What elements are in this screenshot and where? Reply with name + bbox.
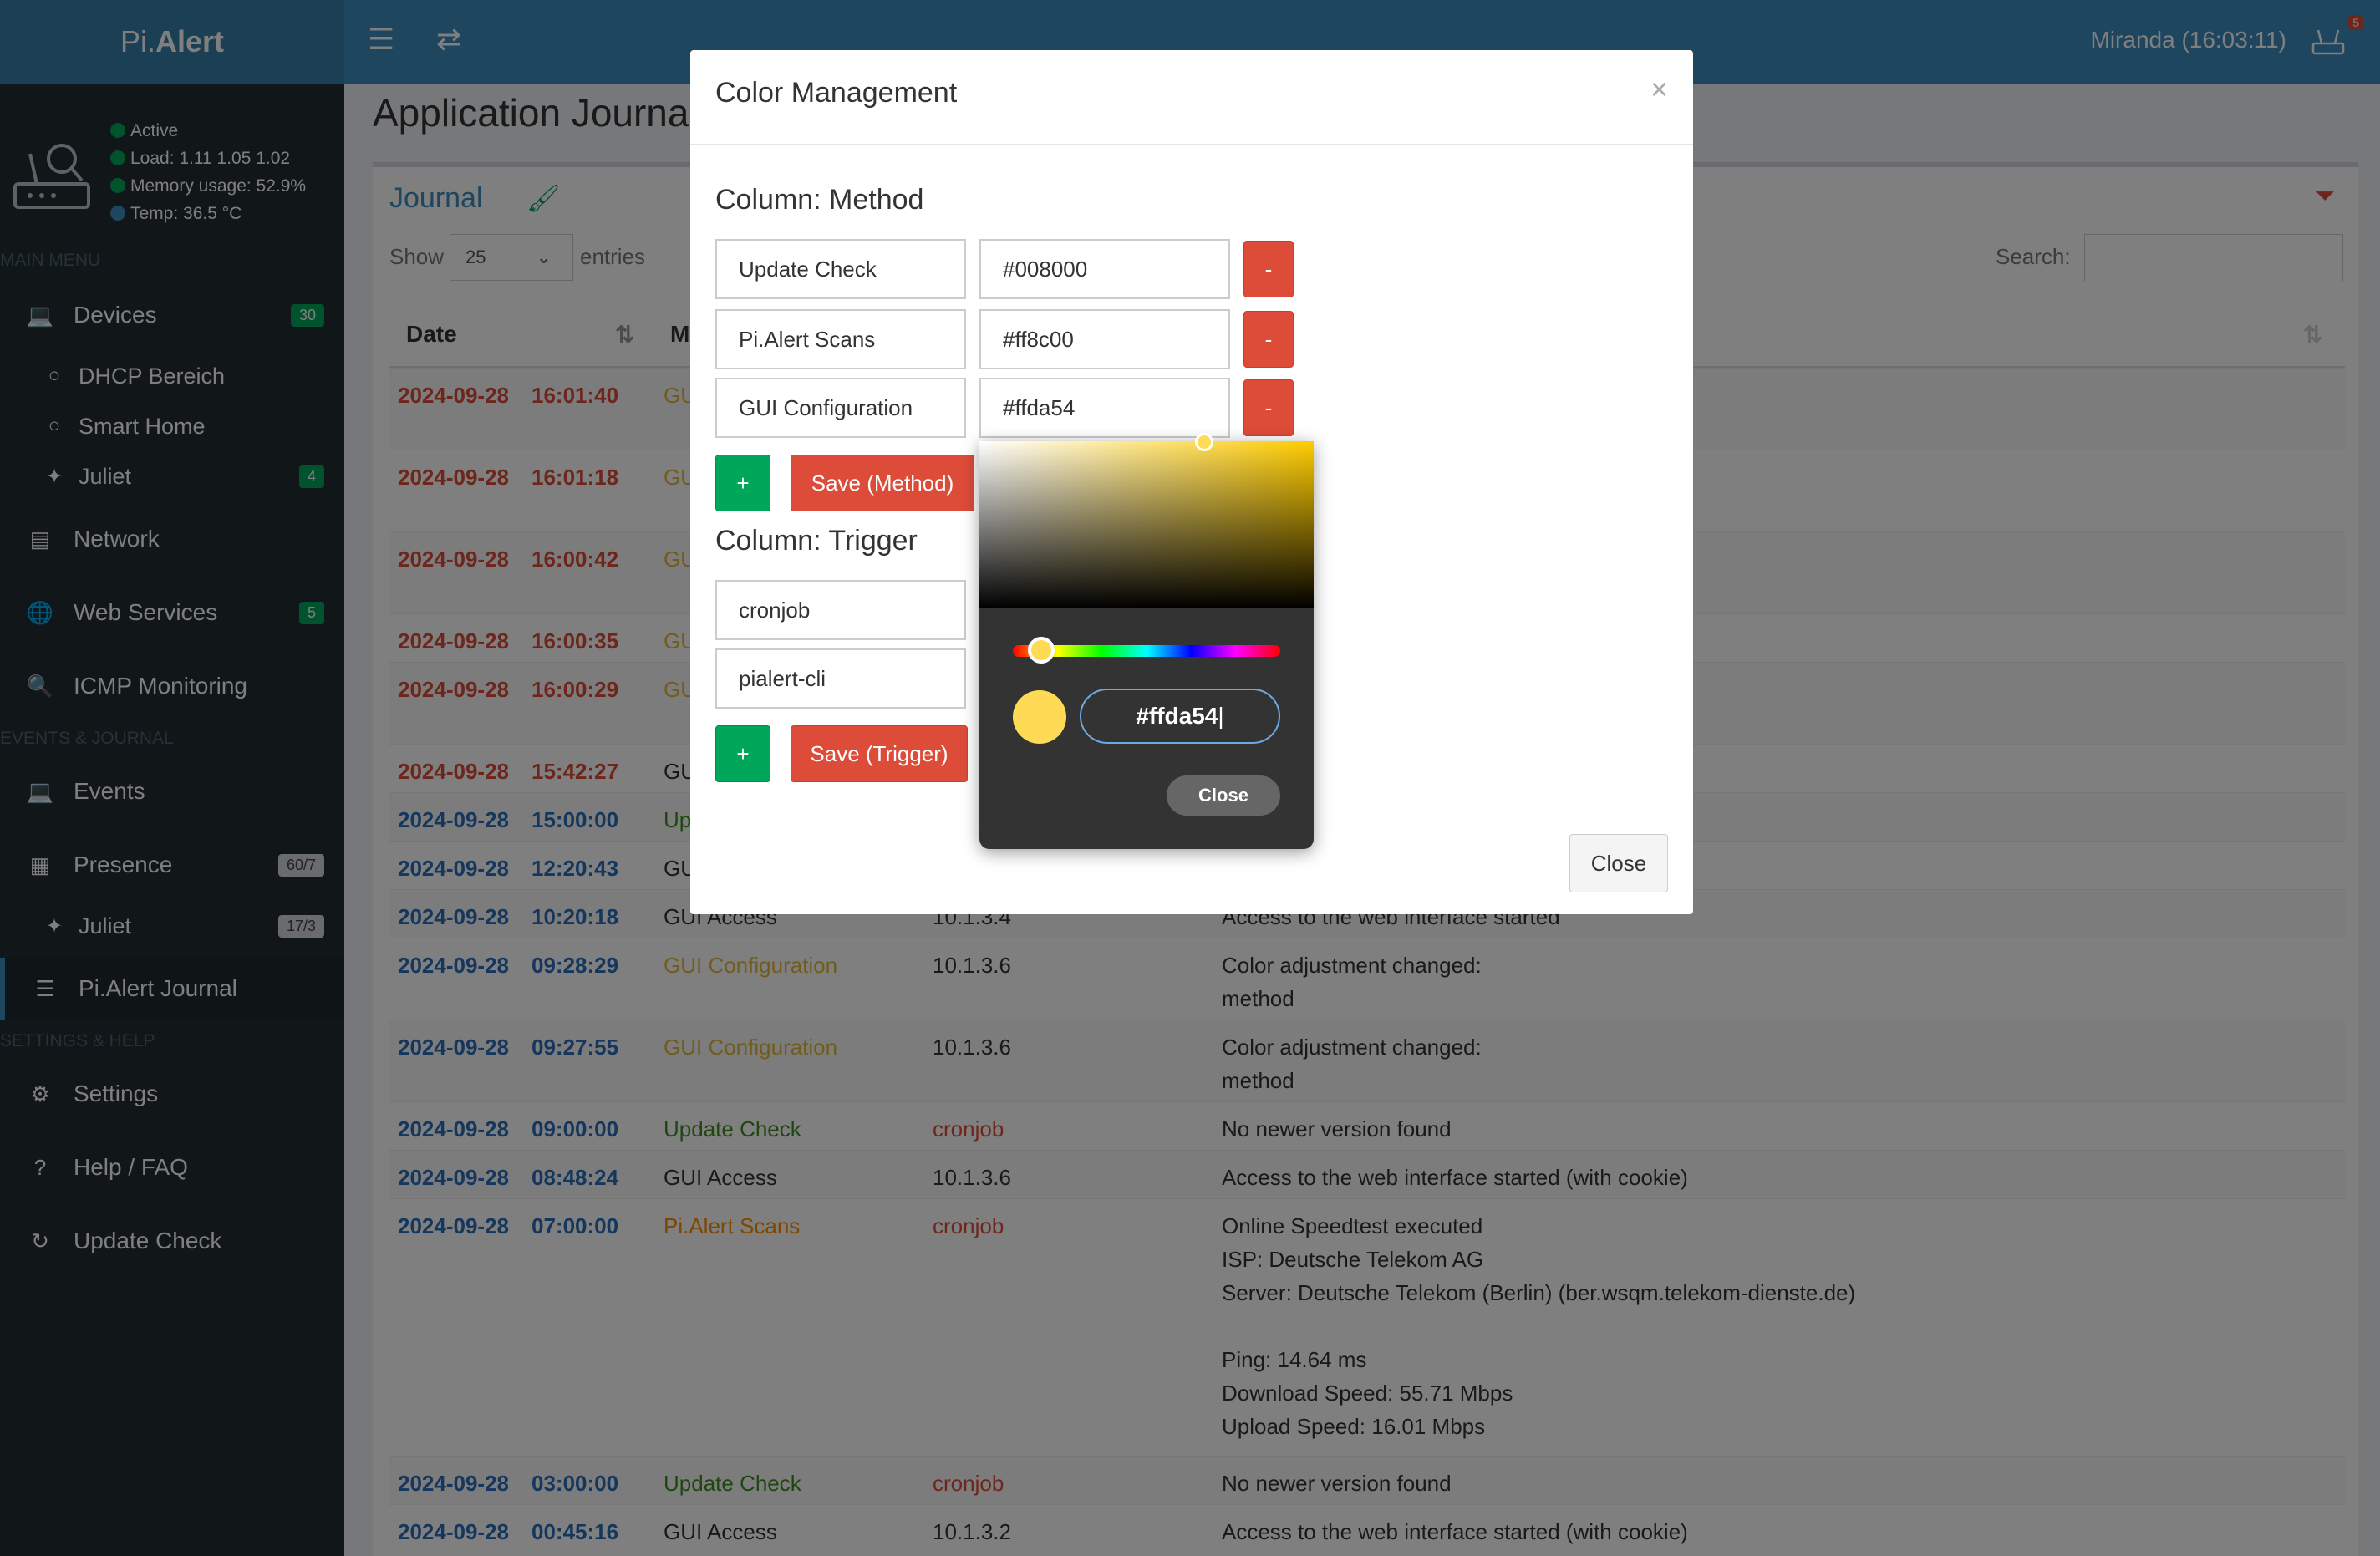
close-icon[interactable]: × bbox=[1650, 72, 1668, 107]
remove-method-button[interactable]: - bbox=[1243, 311, 1294, 368]
method-name-input[interactable]: GUI Configuration bbox=[715, 378, 966, 438]
modal-title: Color Management bbox=[715, 77, 958, 109]
method-column-title: Column: Method bbox=[715, 184, 924, 216]
trigger-name-input[interactable]: pialert-cli bbox=[715, 648, 966, 709]
modal-close-button[interactable]: Close bbox=[1569, 834, 1668, 892]
method-color-input[interactable]: #ff8c00 bbox=[979, 309, 1230, 369]
remove-method-button[interactable]: - bbox=[1243, 241, 1294, 297]
trigger-column-title: Column: Trigger bbox=[715, 525, 918, 557]
save-method-button[interactable]: Save (Method) bbox=[791, 455, 974, 511]
picker-close-button[interactable]: Close bbox=[1167, 775, 1280, 816]
method-name-input[interactable]: Pi.Alert Scans bbox=[715, 309, 966, 369]
method-color-input[interactable]: #ffda54 bbox=[979, 378, 1230, 438]
saturation-value-area[interactable] bbox=[979, 441, 1314, 608]
method-color-input[interactable]: #008000 bbox=[979, 239, 1230, 299]
add-trigger-button[interactable]: + bbox=[715, 725, 770, 782]
divider bbox=[690, 144, 1693, 145]
color-picker-popover: #ffda54 | Close bbox=[979, 441, 1314, 849]
save-trigger-button[interactable]: Save (Trigger) bbox=[791, 725, 968, 782]
hex-color-input[interactable]: #ffda54 | bbox=[1080, 689, 1280, 744]
remove-method-button[interactable]: - bbox=[1243, 379, 1294, 436]
saturation-value-handle[interactable] bbox=[1195, 433, 1213, 451]
method-name-input[interactable]: Update Check bbox=[715, 239, 966, 299]
hue-slider-handle[interactable] bbox=[1028, 637, 1055, 664]
add-method-button[interactable]: + bbox=[715, 455, 770, 511]
trigger-name-input[interactable]: cronjob bbox=[715, 580, 966, 640]
color-swatch bbox=[1013, 690, 1066, 744]
